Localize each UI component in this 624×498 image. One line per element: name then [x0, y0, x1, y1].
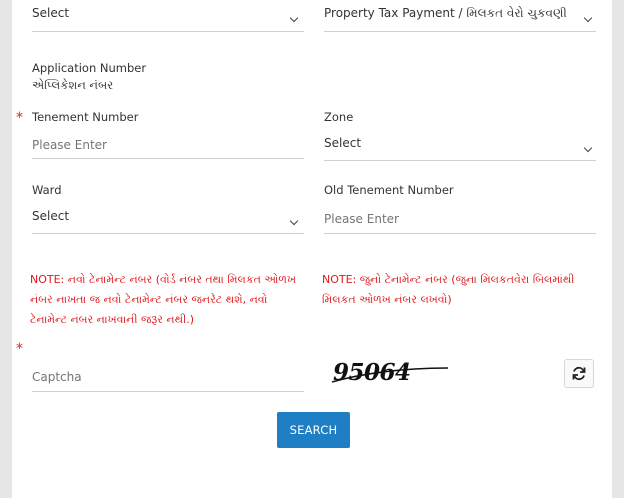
ward-select-value: Select [32, 209, 70, 223]
service-type-select[interactable]: Property Tax Payment / મિલકત વેરો ચુકવણી [324, 2, 596, 32]
tenement-number-input[interactable] [32, 131, 304, 159]
chevron-down-icon [289, 216, 299, 226]
captcha-image: 95064 [330, 356, 452, 390]
chevron-down-icon [583, 13, 593, 23]
note-line: મિલકત ઓળખ નંબર લખવો) [322, 293, 452, 306]
ward-underline [32, 233, 304, 234]
ward-label: Ward [32, 183, 62, 197]
note-line: ટેનામેન્ટ નંબર નાખવાની જરૂર નથી.) [30, 313, 195, 326]
zone-underline [324, 160, 596, 161]
ward-select[interactable]: Select [32, 204, 304, 232]
service-type-underline [324, 31, 596, 32]
application-number-label-gu: એપ્લિકેશન નંબર [32, 78, 114, 92]
top-left-select-value: Select [32, 6, 70, 20]
old-tenement-number-input[interactable] [324, 204, 596, 234]
service-type-value: Property Tax Payment / મિલકત વેરો ચુકવણી [324, 6, 567, 20]
zone-select[interactable]: Select [324, 131, 596, 159]
search-button[interactable]: SEARCH [277, 412, 350, 448]
chevron-down-icon [583, 143, 593, 153]
captcha-code: 95064 [333, 359, 411, 386]
note-line: NOTE: નવો ટેનામેન્ટ નંબર (વોર્ડ નંબર તથા… [30, 273, 297, 286]
zone-select-value: Select [324, 136, 362, 150]
required-marker: * [16, 110, 23, 126]
application-number-label: Application Number [32, 61, 147, 75]
form-panel: Select Property Tax Payment / મિલકત વેરો… [12, 0, 612, 498]
refresh-icon [572, 366, 586, 381]
old-tenement-number-label: Old Tenement Number [324, 183, 454, 197]
top-left-select[interactable]: Select [32, 2, 304, 32]
required-marker: * [16, 341, 23, 357]
old-tenement-note: NOTE: જુનો ટેનામેન્ટ નંબર (જુના મિલકતવેર… [322, 270, 607, 310]
top-left-select-underline [32, 31, 304, 32]
note-line: નંબર નાખતા જ નવો ટેનામેન્ટ નંબર જનરેટ થશ… [30, 293, 268, 306]
tenement-note: NOTE: નવો ટેનામેન્ટ નંબર (વોર્ડ નંબર તથા… [30, 270, 315, 330]
zone-label: Zone [324, 110, 354, 124]
captcha-refresh-button[interactable] [564, 359, 594, 388]
tenement-number-label: Tenement Number [32, 110, 139, 124]
chevron-down-icon [289, 13, 299, 23]
note-line: NOTE: જુનો ટેનામેન્ટ નંબર (જુના મિલકતવેર… [322, 273, 575, 286]
captcha-input[interactable] [32, 362, 304, 392]
